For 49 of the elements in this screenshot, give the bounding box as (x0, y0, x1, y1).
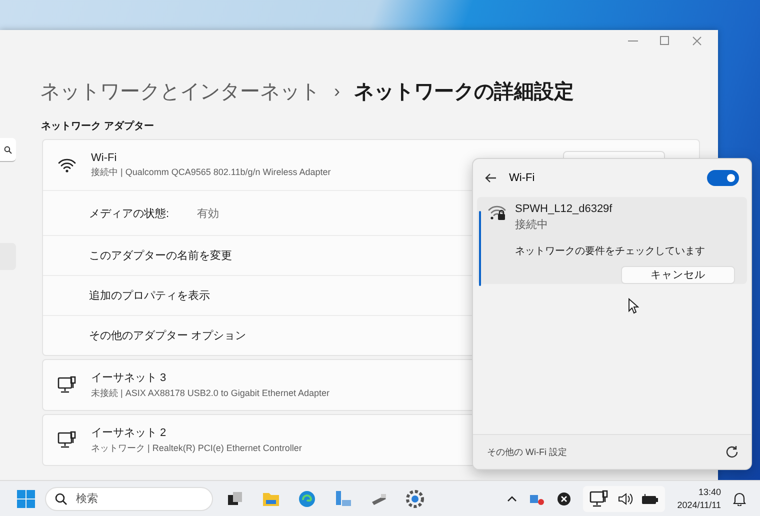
breadcrumb-separator: › (334, 81, 340, 102)
wifi-toggle[interactable] (707, 170, 739, 186)
section-heading: ネットワーク アダプター (41, 119, 155, 133)
show-hidden-icons-chevron-icon[interactable] (507, 496, 518, 502)
refresh-icon (725, 445, 739, 459)
speaker-icon (617, 492, 634, 506)
more-wifi-settings-link[interactable]: その他の Wi-Fi 設定 (487, 446, 567, 458)
clock-time: 13:40 (698, 486, 721, 498)
adapter-name: イーサネット 2 (91, 426, 168, 440)
back-button[interactable] (485, 173, 497, 183)
detail-label: メディアの状態: (89, 206, 170, 220)
search-icon (4, 146, 12, 154)
option-label: 追加のプロパティを表示 (89, 288, 210, 303)
mouse-cursor-icon (628, 298, 639, 314)
network-item[interactable]: SPWH_L12_d6329f 接続中 ネットワークの要件をチェックしています キャンセル (477, 197, 747, 284)
close-icon[interactable] (692, 36, 702, 46)
battery-icon (641, 492, 660, 504)
error-circle-icon[interactable] (557, 492, 572, 506)
back-arrow-icon (485, 173, 497, 183)
quick-settings-button[interactable] (583, 486, 666, 512)
ethernet-monitor-icon (57, 431, 77, 449)
notification-bell-icon[interactable] (733, 492, 746, 506)
flyout-title: Wi-Fi (509, 172, 535, 184)
wifi-icon (57, 156, 77, 174)
page-title: ネットワークの詳細設定 (354, 80, 574, 105)
adapter-name: イーサネット 3 (91, 371, 168, 385)
adapter-status: ネットワーク | Realtek(R) PCI(e) Ethernet Controller (91, 442, 302, 455)
start-button-icon[interactable] (17, 490, 35, 508)
adapter-name: Wi-Fi (91, 152, 118, 164)
ethernet-monitor-icon (57, 376, 77, 394)
adapter-status: 接続中 | Qualcomm QCA9565 802.11b/g/n Wireless Adapter (91, 166, 331, 178)
settings-icon[interactable] (405, 488, 425, 508)
clock-date: 2024/11/11 (677, 498, 721, 511)
maximize-icon[interactable] (660, 36, 670, 46)
browser-icon[interactable] (297, 488, 317, 508)
wifi-lock-icon (487, 203, 507, 221)
option-label: その他のアダプター オプション (89, 328, 246, 343)
ethernet-monitor-icon (589, 490, 610, 508)
refresh-button[interactable] (725, 445, 739, 459)
taskbar-search-field[interactable]: 検索 (45, 486, 213, 510)
detail-value: 有効 (197, 206, 220, 220)
network-status: 接続中 (515, 218, 549, 232)
network-name: SPWH_L12_d6329f (515, 203, 614, 215)
option-label: このアダプターの名前を変更 (89, 248, 232, 263)
adapter-status: 未接続 | ASIX AX88178 USB2.0 to Gigabit Ethernet Adapter (91, 387, 330, 400)
cancel-button[interactable]: キャンセル (621, 266, 735, 284)
search-icon (55, 492, 67, 504)
clock-button[interactable]: 13:40 2024/11/11 (677, 486, 721, 511)
breadcrumb-parent-link[interactable]: ネットワークとインターネット (40, 78, 320, 105)
